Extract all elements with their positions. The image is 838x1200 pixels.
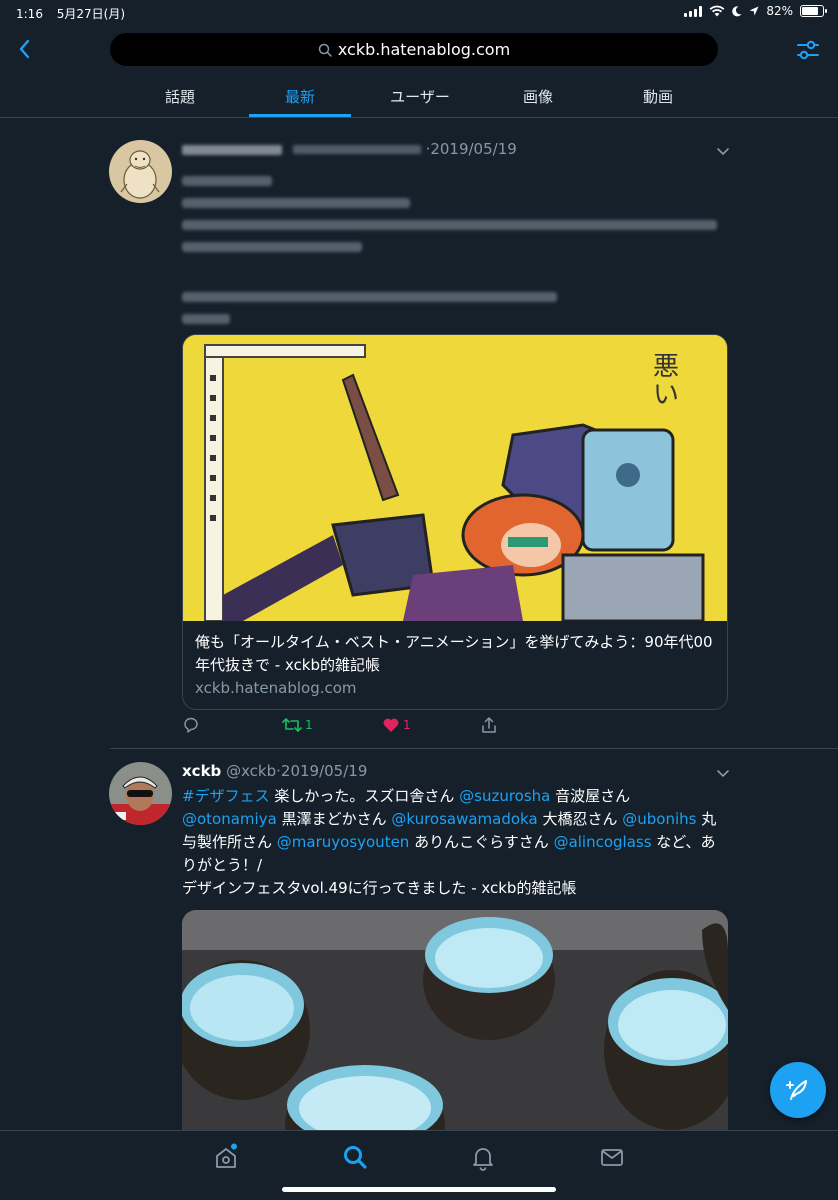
compose-tweet-button[interactable] <box>770 1062 826 1118</box>
link-card[interactable]: 悪 い 俺も「オールタイム・ベスト・アニメーション」を挙げてみよう：90年代00… <box>182 334 728 710</box>
tweet-text-span: 音波屋さん <box>550 787 631 805</box>
author-name[interactable]: xckb <box>182 762 221 780</box>
hashtag-link[interactable]: #デザフェス <box>182 787 270 805</box>
share-icon <box>482 717 496 733</box>
search-input[interactable]: xckb.hatenablog.com <box>110 33 718 66</box>
chevron-left-icon[interactable] <box>12 34 40 64</box>
seal-avatar-image <box>109 140 172 203</box>
tab-latest[interactable]: 最新 <box>270 86 330 107</box>
like-button[interactable]: 1 <box>382 716 411 734</box>
status-time: 1:16 <box>16 7 43 21</box>
tweet-text-span: 大橋忍さん <box>537 810 623 828</box>
chevron-down-icon[interactable] <box>716 766 730 780</box>
tweet-text-line: デザインフェスタvol.49に行ってきました - xckb的雑記帳 <box>182 879 577 897</box>
battery-icon <box>800 5 827 17</box>
share-button[interactable] <box>480 716 498 734</box>
notifications-bell-icon[interactable] <box>469 1143 497 1171</box>
battery-fill <box>802 7 819 15</box>
timeline[interactable]: ·2019/05/19 悪 い 俺も「オールタイム・ベスト・アニメーション」を挙… <box>0 118 838 1130</box>
heart-icon <box>383 718 399 732</box>
reply-button[interactable] <box>182 716 203 734</box>
tweet-text-span: 黒澤まどかさん <box>276 810 392 828</box>
avatar[interactable] <box>109 140 172 203</box>
tweet-text-span: 楽しかった。スズロ舎さん <box>269 787 460 805</box>
avatar[interactable] <box>109 762 172 825</box>
mention-link[interactable]: @maruyosyouten <box>277 833 410 851</box>
svg-text:い: い <box>653 380 679 410</box>
tweet-text-rich: #デザフェス 楽しかった。スズロ舎さん @suzurosha 音波屋さん @ot… <box>182 785 728 877</box>
battery-percent: 82% <box>766 4 793 18</box>
like-count: 1 <box>403 718 411 732</box>
tab-images[interactable]: 画像 <box>508 86 568 107</box>
header: xckb.hatenablog.com <box>0 24 838 76</box>
tweet-text-span: ありんこぐらすさん <box>409 833 554 851</box>
filter-sliders-icon[interactable] <box>794 36 822 64</box>
search-tabs: 話題 最新 ユーザー 画像 動画 <box>0 76 838 118</box>
ceramic-cups-photo <box>182 910 728 1130</box>
tweet-actions: 1 1 <box>182 716 728 738</box>
cellular-signal-icon <box>684 5 703 17</box>
status-bar: 1:16 5月27日(月) 82% <box>0 0 838 24</box>
tab-top[interactable]: 話題 <box>150 86 210 107</box>
mention-link[interactable]: @alincoglass <box>554 833 652 851</box>
moon-icon <box>732 5 742 16</box>
author-handle-blurred[interactable] <box>292 145 421 154</box>
link-card-domain: xckb.hatenablog.com <box>195 679 357 697</box>
tweet-date[interactable]: ·2019/05/19 <box>276 762 367 780</box>
mention-link[interactable]: @otonamiya <box>182 810 277 828</box>
author-handle[interactable]: @xckb <box>226 762 276 780</box>
location-arrow-icon <box>749 6 759 16</box>
mention-link[interactable]: @suzurosha <box>459 787 550 805</box>
author-name-blurred[interactable] <box>182 144 282 155</box>
retweet-icon <box>282 718 302 732</box>
link-card-title: 俺も「オールタイム・ベスト・アニメーション」を挙げてみよう：90年代00年代抜き… <box>195 633 713 674</box>
status-date: 5月27日(月) <box>56 7 126 21</box>
anime-illustration-image: 悪 い <box>183 335 727 621</box>
search-icon <box>318 43 332 57</box>
tweet-date[interactable]: ·2019/05/19 <box>426 140 517 158</box>
link-card-image: 悪 い <box>183 335 727 621</box>
messages-envelope-icon[interactable] <box>598 1143 626 1171</box>
svg-text:悪: 悪 <box>653 352 679 382</box>
search-query: xckb.hatenablog.com <box>337 40 511 59</box>
home-indicator <box>282 1187 556 1192</box>
retweet-button[interactable]: 1 <box>282 716 313 734</box>
cyclist-avatar-image <box>109 762 172 825</box>
tab-videos[interactable]: 動画 <box>628 86 688 107</box>
search-icon[interactable] <box>341 1143 369 1171</box>
home-icon[interactable] <box>212 1143 240 1171</box>
tab-users[interactable]: ユーザー <box>375 86 465 107</box>
tweet-text: #デザフェス 楽しかった。スズロ舎さん @suzurosha 音波屋さん @ot… <box>182 785 728 900</box>
chevron-down-icon[interactable] <box>716 144 730 158</box>
mention-link[interactable]: @ubonihs <box>622 810 696 828</box>
wifi-icon <box>709 5 725 17</box>
tweet-header: xckb @xckb·2019/05/19 <box>182 762 367 780</box>
tweet-photo[interactable] <box>182 910 728 1130</box>
tweet-text-blurred <box>182 168 728 336</box>
retweet-count: 1 <box>305 718 313 732</box>
compose-feather-icon <box>786 1080 807 1100</box>
tweet-header: ·2019/05/19 <box>182 140 517 158</box>
tweet-divider <box>110 748 838 749</box>
reply-icon <box>184 717 198 733</box>
mention-link[interactable]: @kurosawamadoka <box>391 810 537 828</box>
active-tab-indicator <box>249 114 351 117</box>
